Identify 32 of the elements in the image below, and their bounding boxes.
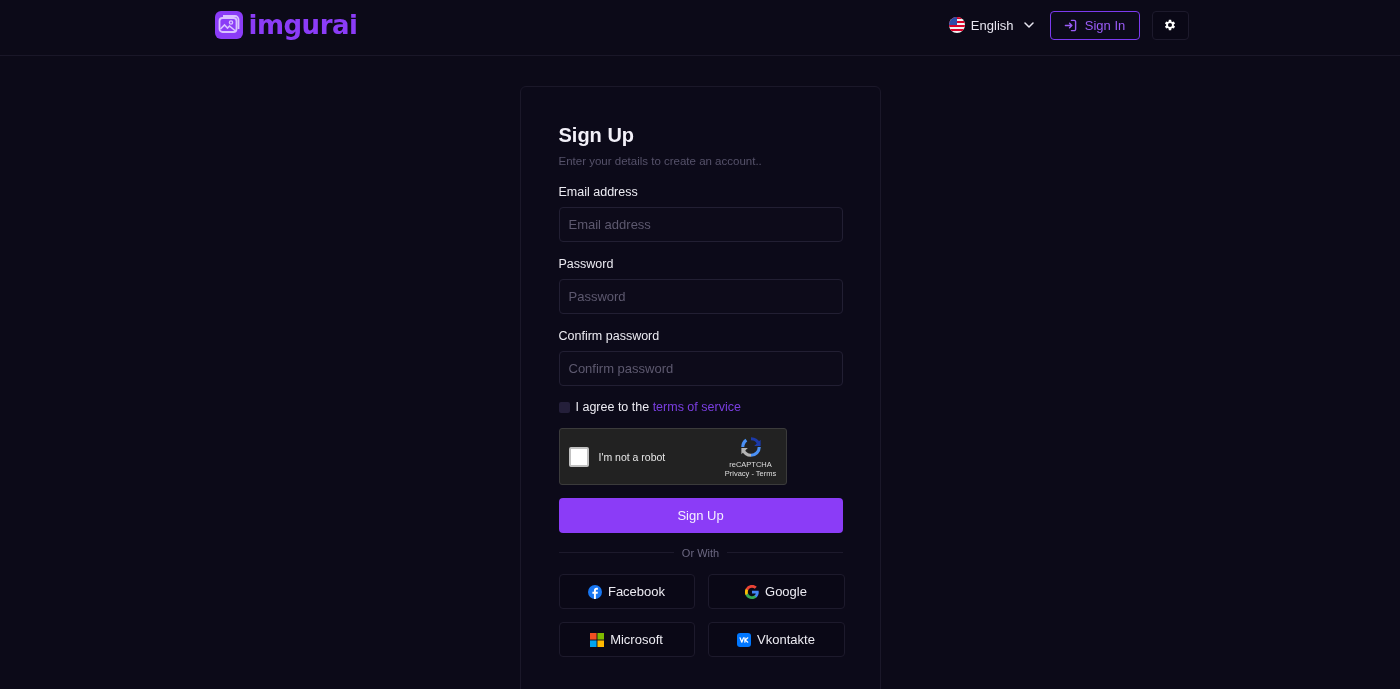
divider-text: Or With xyxy=(681,546,720,559)
field-label: Password xyxy=(558,256,615,272)
logo-text[interactable]: imgurai xyxy=(248,10,358,40)
google-button[interactable]: Google xyxy=(707,574,845,609)
captcha-label: I'm not a robot xyxy=(598,450,667,463)
google-icon xyxy=(745,584,760,599)
chevron-down-icon xyxy=(1023,22,1034,28)
input-field[interactable]: Confirm password xyxy=(558,351,843,386)
logo-icon xyxy=(214,11,243,39)
terms-checkbox[interactable] xyxy=(558,401,570,413)
language-selector[interactable]: English xyxy=(948,17,1034,33)
login-icon xyxy=(1063,18,1077,32)
microsoft-icon xyxy=(590,632,605,647)
input-field[interactable]: Password xyxy=(558,279,843,314)
settings-icon xyxy=(1163,18,1177,32)
form-title: Sign Up xyxy=(558,123,636,147)
terms-text: I agree to the terms of service xyxy=(575,399,741,415)
microsoft-button[interactable]: Microsoft xyxy=(558,622,695,657)
sign-up-button[interactable]: Sign Up xyxy=(558,498,843,533)
vk-icon xyxy=(737,632,752,647)
field-label: Email address xyxy=(558,184,639,200)
vkontakte-button[interactable]: Vkontakte xyxy=(707,622,845,657)
settings-button[interactable] xyxy=(1151,10,1189,40)
facebook-icon xyxy=(587,584,602,599)
flag-icon xyxy=(948,17,965,33)
recaptcha-logo-icon xyxy=(739,435,762,458)
input-field[interactable]: Email address xyxy=(558,207,843,242)
sign-in-button[interactable]: Sign In xyxy=(1049,10,1140,40)
field-label: Confirm password xyxy=(558,328,661,344)
form-subtitle: Enter your details to create an account.. xyxy=(558,154,763,168)
facebook-button[interactable]: Facebook xyxy=(558,574,695,609)
captcha-checkbox[interactable] xyxy=(568,446,589,467)
